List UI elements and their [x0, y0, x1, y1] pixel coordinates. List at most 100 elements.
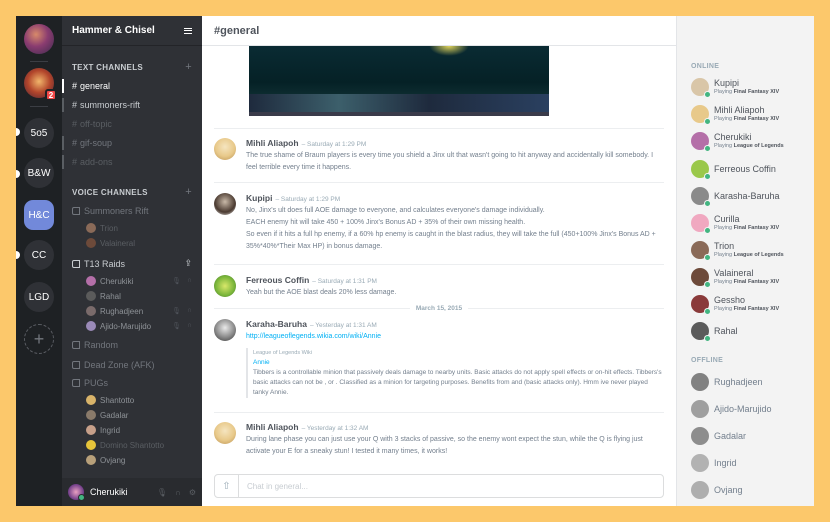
direct-messages-avatar[interactable]	[24, 24, 54, 54]
channel-gif-soup[interactable]: # gif-soup	[72, 136, 196, 150]
avatar[interactable]	[214, 275, 236, 297]
avatar	[691, 427, 709, 445]
add-channel-icon[interactable]: +	[185, 187, 192, 198]
speaker-icon	[72, 379, 80, 387]
member-item[interactable]: Ajido-Marujido	[691, 398, 808, 420]
guild-5o5[interactable]: 5o5	[24, 118, 54, 148]
avatar	[691, 400, 709, 418]
voice-user[interactable]: Ovjang	[86, 455, 192, 465]
text-channels-header[interactable]: TEXT CHANNELS +	[72, 62, 192, 73]
member-item[interactable]: Cherukiki Playing League of Legends	[691, 130, 808, 152]
channel-general[interactable]: # general	[72, 79, 196, 93]
voice-channel-dead-zone[interactable]: Dead Zone (AFK)	[72, 360, 192, 370]
message-composer: ⇧	[214, 474, 664, 498]
rail-divider	[30, 61, 48, 62]
unread-channel-marker	[62, 136, 64, 150]
mic-icon[interactable]: 🎙	[157, 488, 167, 497]
upload-icon[interactable]: ⇧	[215, 475, 239, 497]
avatar	[86, 238, 96, 248]
headset-icon[interactable]: ∩	[175, 488, 181, 497]
avatar	[691, 160, 711, 180]
message-author[interactable]: Mihli Aliapoh	[246, 138, 299, 148]
guild-lgd[interactable]: LGD	[24, 282, 54, 312]
guild-hc[interactable]: H&C	[24, 200, 54, 230]
message-author[interactable]: Ferreous Coffin	[246, 275, 309, 285]
mic-icon: 🎙	[172, 323, 181, 330]
server-header[interactable]: Hammer & Chisel	[62, 16, 202, 46]
member-item[interactable]: Ovjang	[691, 479, 808, 501]
voice-user[interactable]: Rughadjeen 🎙 ∩	[86, 306, 192, 316]
status-online	[704, 308, 711, 315]
add-channel-icon[interactable]: +	[185, 62, 192, 73]
member-item[interactable]: Valaineral Playing Final Fantasy XIV	[691, 266, 808, 288]
voice-channel-random[interactable]: Random	[72, 340, 192, 350]
member-item[interactable]: Ferreous Coffin	[691, 158, 808, 180]
voice-user[interactable]: Ingrid	[86, 425, 192, 435]
avatar[interactable]	[214, 422, 236, 444]
member-list: ONLINE Kupipi Playing Final Fantasy XIV M…	[676, 16, 814, 506]
channel-add-ons[interactable]: # add-ons	[72, 155, 196, 169]
message-author[interactable]: Karaha-Baruha	[246, 319, 307, 329]
guild-bw[interactable]: B&W	[24, 158, 54, 188]
gear-icon[interactable]: ⚙	[189, 488, 196, 497]
status-online	[704, 227, 711, 234]
message-author[interactable]: Kupipi	[246, 193, 272, 203]
voice-user[interactable]: Trion	[86, 223, 192, 233]
avatar	[691, 268, 711, 288]
embed-title[interactable]: Annie	[253, 358, 664, 368]
member-item[interactable]: Rahal	[691, 320, 808, 342]
avatar	[86, 410, 96, 420]
member-item[interactable]: Gessho Playing Final Fantasy XIV	[691, 293, 808, 315]
channel-off-topic[interactable]: # off-topic	[72, 117, 196, 131]
voice-user[interactable]: Gadalar	[86, 410, 192, 420]
avatar[interactable]	[68, 484, 85, 501]
invite-icon[interactable]: ⇪	[184, 258, 192, 269]
voice-user[interactable]: Rahal	[86, 291, 192, 301]
avatar[interactable]	[214, 138, 236, 160]
message-input[interactable]	[239, 481, 663, 491]
voice-user[interactable]: Valaineral	[86, 238, 192, 248]
menu-icon[interactable]	[184, 27, 192, 34]
voice-user[interactable]: Shantotto	[86, 395, 192, 405]
avatar	[691, 481, 709, 499]
embed-description: Tibbers is a controllable minion that pa…	[253, 369, 662, 396]
member-item[interactable]: Curilla Playing Final Fantasy XIV	[691, 212, 808, 234]
add-server-button[interactable]: +	[24, 324, 54, 354]
voice-channel-summoners-rift[interactable]: Summoners Rift	[72, 206, 192, 216]
message-list[interactable]: Mihli Aliapoh – Saturday at 1:29 PM The t…	[202, 46, 676, 506]
status-online	[704, 173, 711, 180]
attached-screenshot[interactable]	[249, 46, 549, 116]
voice-user[interactable]: Domino Shantotto	[86, 440, 192, 450]
voice-user[interactable]: Cherukiki 🎙 ∩	[86, 276, 192, 286]
channel-summoners-rift[interactable]: # summoners-rift	[72, 98, 196, 112]
message-author[interactable]: Mihli Aliapoh	[246, 422, 299, 432]
avatar[interactable]	[214, 193, 236, 215]
channel-title: #general	[202, 16, 676, 46]
member-item[interactable]: Karasha-Baruha	[691, 185, 808, 207]
unread-pip	[16, 170, 20, 178]
status-online	[704, 335, 711, 342]
speaker-icon	[72, 361, 80, 369]
member-item[interactable]: Mihli Aliapoh Playing Final Fantasy XIV	[691, 103, 808, 125]
message-timestamp: – Saturday at 1:29 PM	[301, 141, 367, 148]
voice-user[interactable]: Ajido-Marujido 🎙 ∩	[86, 321, 192, 331]
guild-avatar-unread[interactable]: 2	[24, 68, 57, 101]
unread-pip	[16, 251, 20, 259]
avatar[interactable]	[214, 319, 236, 341]
member-item[interactable]: Ingrid	[691, 452, 808, 474]
member-item[interactable]: Kupipi Playing Final Fantasy XIV	[691, 76, 808, 98]
message-body: Yeah but the AOE blast deals 20% less da…	[246, 289, 397, 296]
voice-channels-header[interactable]: VOICE CHANNELS +	[72, 187, 192, 198]
member-item[interactable]: Trion Playing League of Legends	[691, 239, 808, 261]
avatar	[691, 132, 711, 152]
avatar	[86, 306, 96, 316]
member-item[interactable]: Gadalar	[691, 425, 808, 447]
avatar	[691, 454, 709, 472]
guild-cc[interactable]: CC	[24, 240, 54, 270]
voice-channel-pugs[interactable]: PUGs	[72, 378, 192, 388]
member-item[interactable]: Rughadjeen	[691, 371, 808, 393]
message-link[interactable]: http://leagueoflegends.wikia.com/wiki/An…	[246, 333, 381, 340]
hash-icon: #	[72, 100, 78, 110]
voice-channel-t13-raids[interactable]: T13 Raids ⇪	[72, 258, 192, 269]
hash-icon: #	[72, 119, 78, 129]
